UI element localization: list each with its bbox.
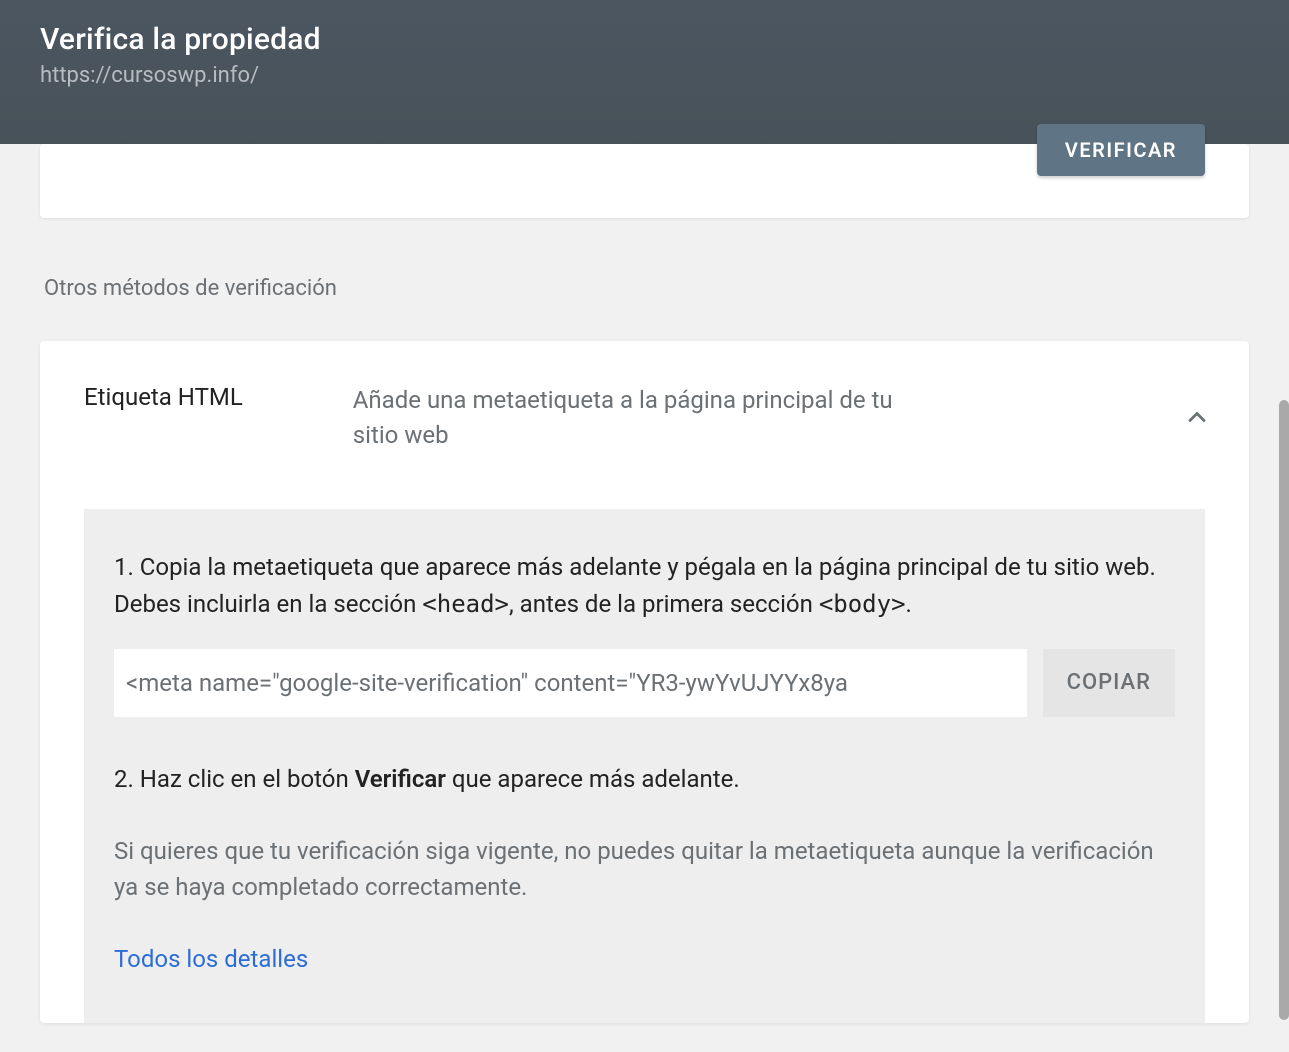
page-header: Verifica la propiedad https://cursoswp.i… [0,0,1289,144]
step-1-text: 1. Copia la metaetiqueta que aparece más… [114,549,1175,623]
scrollbar-track[interactable] [1277,400,1289,1020]
property-url: https://cursoswp.info/ [40,63,1249,88]
instructions-panel: 1. Copia la metaetiqueta que aparece más… [84,509,1205,1023]
method-header[interactable]: Etiqueta HTML Añade una metaetiqueta a l… [84,383,1205,453]
persistence-note: Si quieres que tu verificación siga vige… [114,833,1175,905]
verify-card: VERIFICAR [40,144,1249,218]
step-2-text: 2. Haz clic en el botón Verificar que ap… [114,765,1175,793]
verify-button[interactable]: VERIFICAR [1037,124,1205,176]
scrollbar-thumb[interactable] [1279,400,1289,1020]
all-details-link[interactable]: Todos los detalles [114,945,308,973]
html-tag-method-card: Etiqueta HTML Añade una metaetiqueta a l… [40,341,1249,1023]
copy-button[interactable]: COPIAR [1043,649,1175,717]
method-description: Añade una metaetiqueta a la página princ… [353,383,913,453]
chevron-up-icon[interactable] [1183,403,1211,431]
meta-tag-input[interactable]: <meta name="google-site-verification" co… [114,649,1027,717]
page-title: Verifica la propiedad [40,22,1249,57]
other-methods-label: Otros métodos de verificación [44,276,1249,301]
method-title: Etiqueta HTML [84,383,243,411]
